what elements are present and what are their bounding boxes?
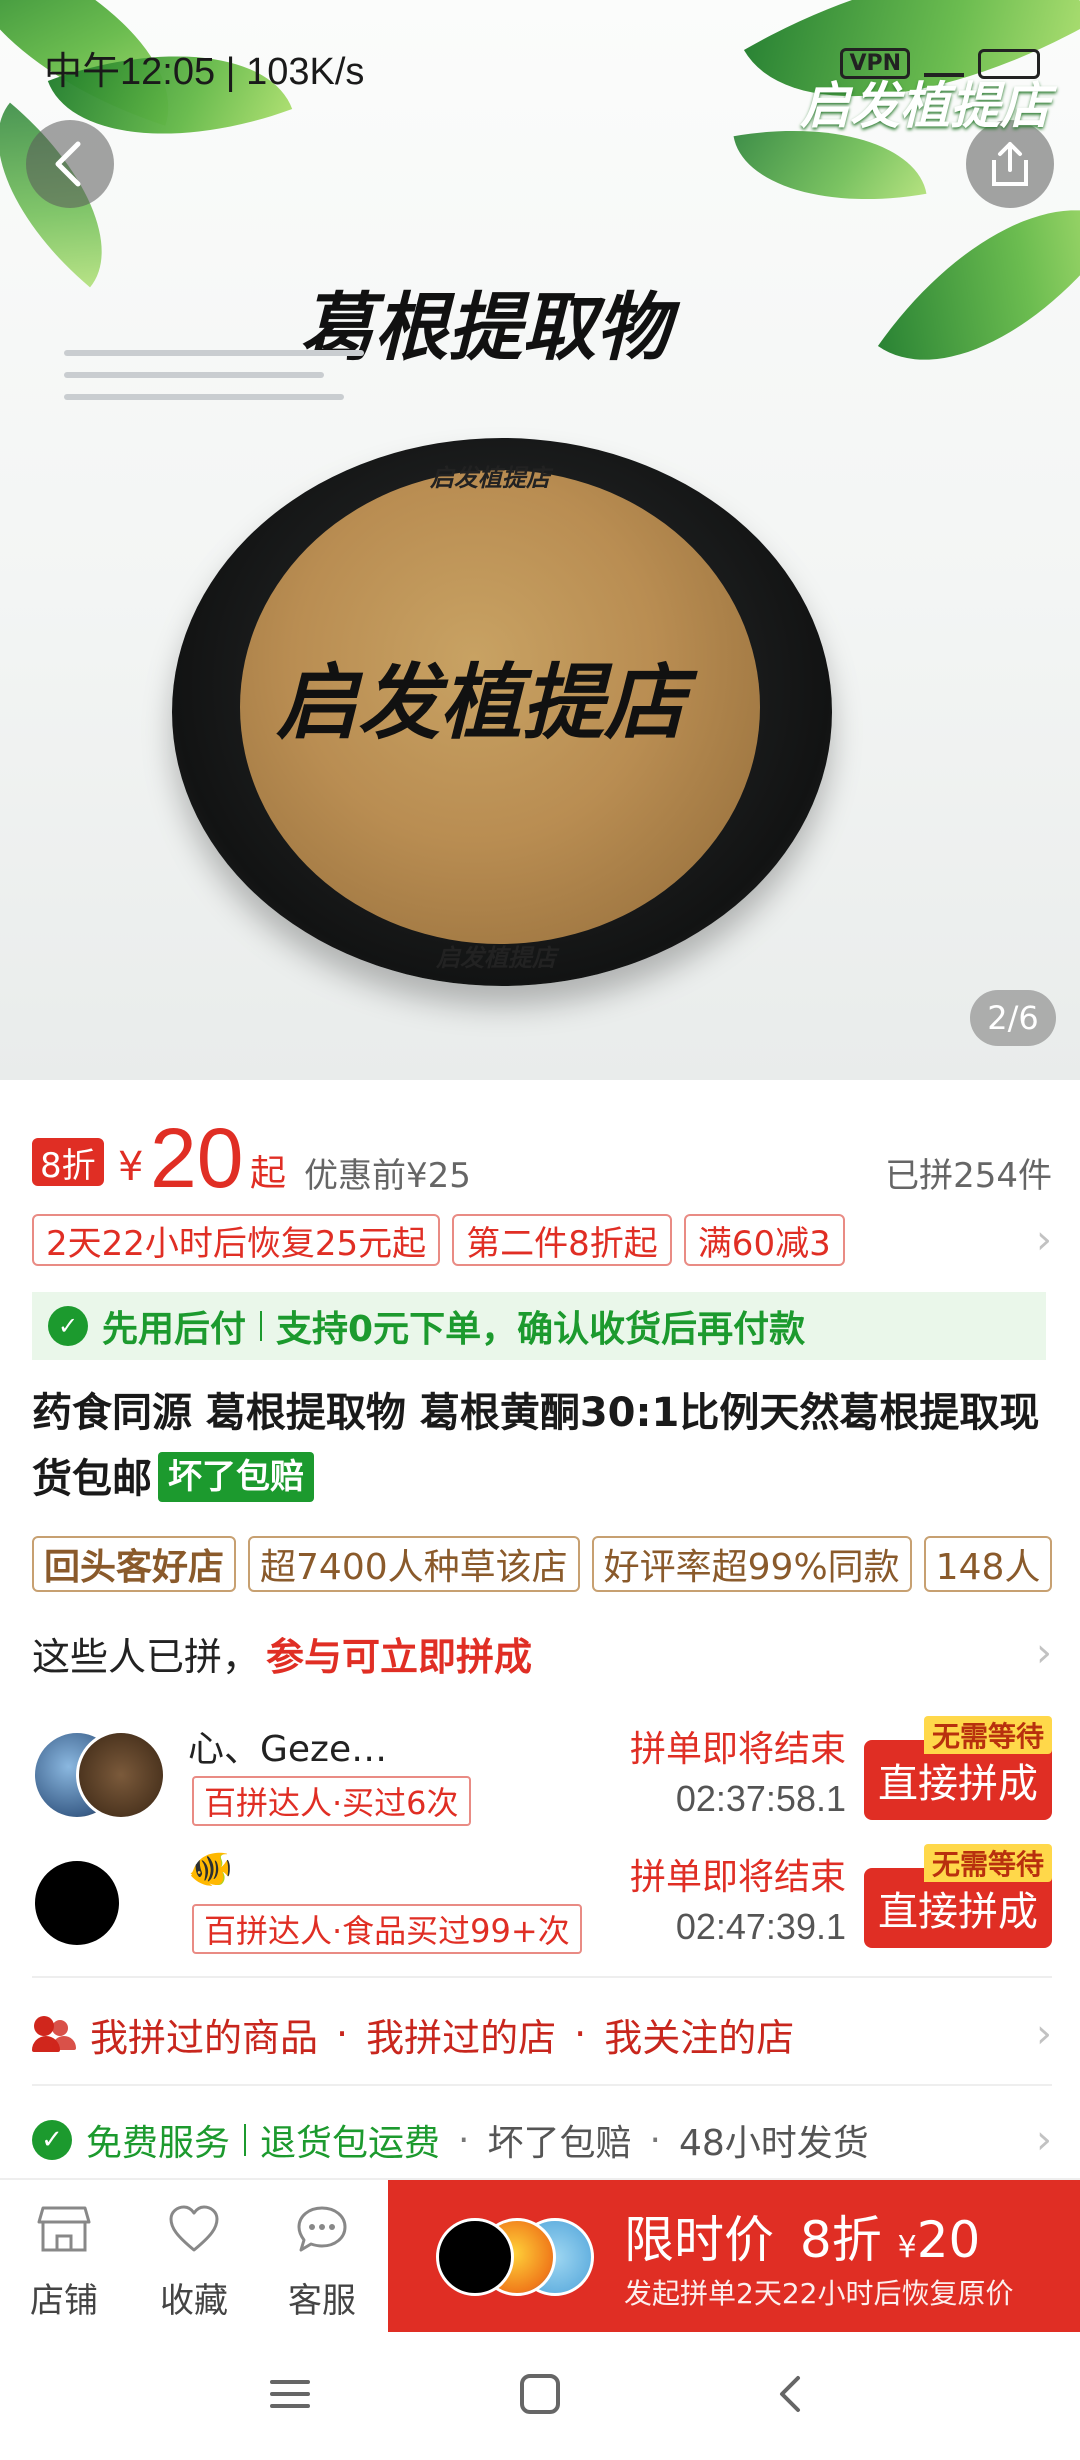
back-icon[interactable] [770, 2372, 814, 2416]
limited-price-note: 发起拼单2天22小时后恢复原价 [624, 2277, 1014, 2310]
group-leader-badge: 百拼达人·食品买过99+次 [192, 1904, 582, 1954]
shop-tag: 好评率超99%同款 [591, 1536, 912, 1592]
chevron-right-icon: › [1036, 2117, 1052, 2163]
divider [32, 2084, 1052, 2086]
buyer-avatars [436, 2218, 596, 2298]
group-timer: 02:47:39.1 [675, 1906, 846, 1947]
group-buy-header[interactable]: 这些人已拼， 参与可立即拼成 › [32, 1620, 1052, 1686]
bottom-action-bar: 店铺 收藏 客服 限时价 8折 ¥20 发起拼单2天22小时后恢复原价 [0, 2178, 1080, 2332]
history-followed-shops[interactable]: 我关注的店 [604, 2007, 794, 2062]
shop-tag: 148人 [923, 1536, 1053, 1592]
shop-tags-row[interactable]: 回头客好店 超7400人种草该店 好评率超99%同款 148人 [32, 1536, 1080, 1594]
limited-price: 限时价 8折 ¥20 [624, 2200, 980, 2272]
product-name-overlay: 葛根提取物 [300, 285, 670, 371]
pay-after-banner[interactable]: ✓ 先用后付 支持0元下单，确认收货后再付款 [32, 1292, 1046, 1360]
bowl-shop-label: 启发植提店 [276, 656, 686, 751]
divider [244, 2124, 247, 2156]
avatar [436, 2218, 514, 2296]
group-row: 心、Geze… 百拼达人·买过6次 拼单即将结束 02:37:58.1 直接拼成… [32, 1716, 1052, 1840]
discount-badge: 8折 [32, 1138, 104, 1186]
product-title: 药食同源 葛根提取物 葛根黄酮30:1比例天然葛根提取现货包邮 坏了包赔 [32, 1380, 1052, 1512]
price-amount: 20 [150, 1111, 244, 1205]
pay-after-desc: 支持0元下单，确认收货后再付款 [276, 1309, 806, 1350]
separator: · [336, 2012, 349, 2056]
history-purchased-goods[interactable]: 我拼过的商品 [90, 2007, 318, 2062]
original-price: 优惠前¥25 [304, 1156, 471, 1196]
share-icon [992, 142, 1028, 186]
group-status: 拼单即将结束 [629, 1857, 846, 1898]
shop-tag-repeat-customer: 回头客好店 [32, 1536, 237, 1592]
promo-tags-row[interactable]: 2天22小时后恢复25元起 第二件8折起 满60减3 › [32, 1212, 1052, 1268]
limited-price-currency: ¥ [897, 2230, 917, 2265]
pay-after-icon: ✓ [48, 1306, 88, 1346]
decorative-text-line [64, 372, 324, 378]
nav-customer-service-label: 客服 [288, 2281, 356, 2321]
currency-symbol: ¥ [118, 1144, 144, 1190]
group-status: 拼单即将结束 [629, 1729, 846, 1770]
chevron-right-icon: › [1036, 1217, 1052, 1263]
history-purchased-shops[interactable]: 我拼过的店 [366, 2007, 556, 2062]
group-leader-name: 🐠 [188, 1849, 233, 1890]
limited-price-amount: 20 [916, 2211, 981, 2269]
history-links-row[interactable]: 我拼过的商品 · 我拼过的店 · 我关注的店 › [32, 1994, 1052, 2074]
no-wait-badge: 无需等待 [923, 1716, 1052, 1754]
chevron-right-icon: › [1036, 1630, 1052, 1676]
promo-tag: 满60减3 [683, 1214, 845, 1266]
group-leader-name: 心、Geze… [188, 1729, 388, 1770]
shop-watermark: 启发植提店 [800, 77, 1050, 135]
system-navigation-bar [0, 2332, 1080, 2460]
nav-shop-label: 店铺 [30, 2281, 98, 2321]
shop-icon [37, 2206, 91, 2252]
nav-shop[interactable]: 店铺 [14, 2204, 114, 2322]
back-arrow-icon [55, 141, 81, 187]
price-suffix: 起 [250, 1153, 287, 1194]
nav-favorite-label: 收藏 [160, 2281, 228, 2321]
check-icon: ✓ [32, 2120, 72, 2160]
group-timer: 02:37:58.1 [675, 1778, 846, 1819]
separator: · [458, 2119, 470, 2161]
divider [32, 1976, 1052, 1978]
nav-favorite[interactable]: 收藏 [144, 2204, 244, 2322]
status-time: 中午12:05 | 103K/s [44, 51, 365, 93]
service-row[interactable]: ✓ 免费服务 退货包运费 · 坏了包赔 · 48小时发货 › [32, 2100, 1052, 2180]
separator: · [574, 2012, 587, 2056]
chevron-right-icon: › [1036, 2011, 1052, 2057]
service-guarantee: 坏了包赔 [487, 2123, 632, 2164]
group-header-cta: 参与可立即拼成 [266, 1634, 533, 1679]
avatar [76, 1730, 166, 1820]
bowl-small-label: 启发植提店 [430, 464, 550, 492]
limited-price-discount: 8折 [799, 2211, 882, 2269]
promo-tag: 2天22小时后恢复25元起 [32, 1214, 441, 1266]
promo-tag: 第二件8折起 [452, 1214, 672, 1266]
service-shipping: 48小时发货 [678, 2123, 869, 2164]
nav-customer-service[interactable]: 客服 [272, 2204, 372, 2322]
group-row: 🐠 百拼达人·食品买过99+次 拼单即将结束 02:47:39.1 直接拼成 无… [32, 1844, 1052, 1968]
home-icon[interactable] [518, 2372, 562, 2416]
separator: · [649, 2119, 661, 2161]
pay-after-label: 先用后付 [102, 1309, 247, 1350]
bowl-small-label: 启发植提店 [436, 944, 556, 972]
guarantee-tag: 坏了包赔 [158, 1452, 314, 1502]
heart-icon [169, 2205, 219, 2252]
limited-price-label: 限时价 [624, 2211, 774, 2269]
group-buy-button[interactable]: 限时价 8折 ¥20 发起拼单2天22小时后恢复原价 [388, 2180, 1080, 2332]
avatar [32, 1858, 122, 1948]
service-free: 免费服务 [86, 2123, 231, 2164]
chat-icon [297, 2206, 347, 2252]
divider [260, 1311, 263, 1341]
no-wait-badge: 无需等待 [923, 1844, 1052, 1882]
price-row: 8折 ¥ 20 起 优惠前¥25 已拼254件 [32, 1110, 1052, 1210]
group-header-prefix: 这些人已拼， [32, 1634, 261, 1679]
product-image-carousel[interactable]: 中午12:05 | 103K/s VPN 启发植提店 葛根提取物 启发植提店 启… [0, 0, 1080, 1080]
menu-icon[interactable] [268, 2372, 312, 2416]
decorative-text-line [64, 350, 364, 356]
back-button[interactable] [26, 120, 114, 208]
image-counter: 2/6 [970, 990, 1056, 1046]
people-icon [32, 2014, 76, 2054]
decorative-text-line [64, 394, 344, 400]
sold-count: 已拼254件 [885, 1156, 1052, 1196]
group-leader-badge: 百拼达人·买过6次 [192, 1776, 471, 1826]
shop-tag: 超7400人种草该店 [248, 1536, 580, 1592]
service-return: 退货包运费 [260, 2123, 441, 2164]
